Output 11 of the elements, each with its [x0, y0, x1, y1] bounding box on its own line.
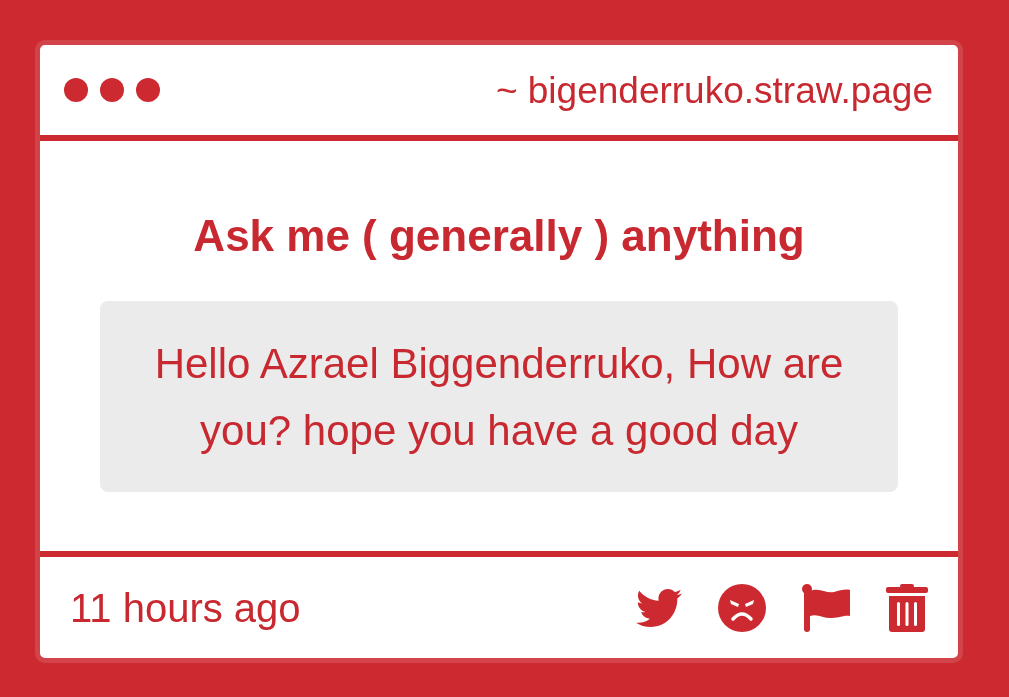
trash-icon[interactable] — [886, 583, 928, 632]
window-dot-icon — [136, 78, 160, 102]
question-title: Ask me ( generally ) anything — [193, 210, 805, 262]
flag-icon[interactable] — [802, 583, 850, 632]
window-dot-icon — [100, 78, 124, 102]
timestamp: 11 hours ago — [70, 587, 301, 628]
angry-face-icon[interactable] — [718, 583, 766, 632]
message-text: Hello Azrael Biggenderruko, How are you? hope you have a good day — [153, 338, 845, 456]
window-dot-icon — [64, 78, 88, 102]
site-address: ~ bigenderruko.straw.page — [495, 71, 933, 109]
bird-icon[interactable] — [636, 588, 682, 627]
